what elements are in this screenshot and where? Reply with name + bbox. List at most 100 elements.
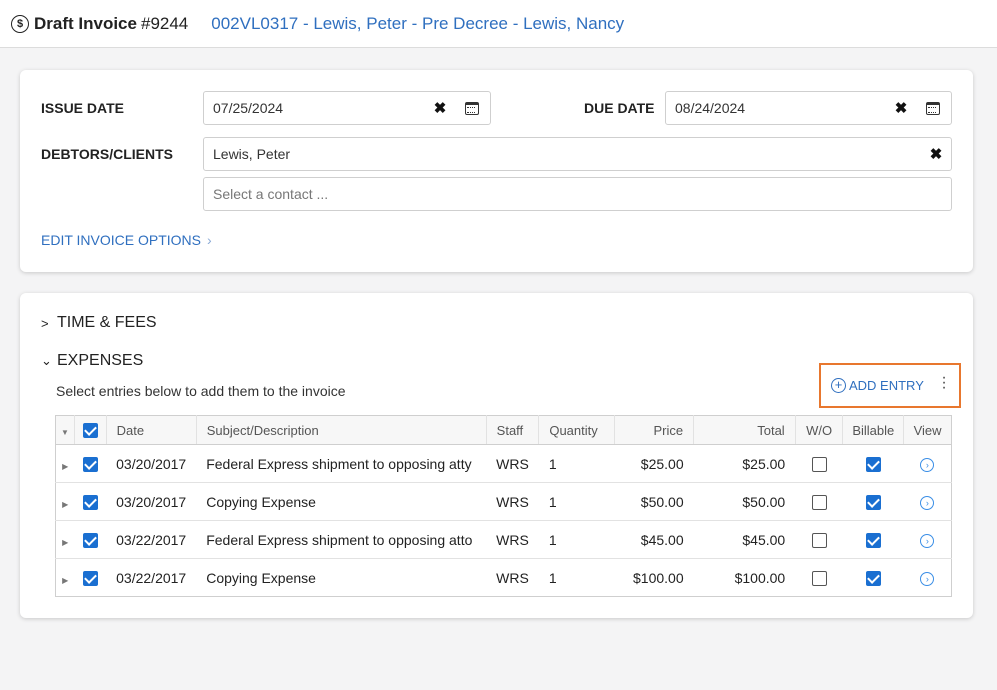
caret-down-icon[interactable]: ▼ bbox=[61, 428, 69, 437]
billable-cell[interactable] bbox=[843, 559, 904, 597]
debtor-field[interactable]: Lewis, Peter ✖ bbox=[203, 137, 952, 171]
view-arrow-icon[interactable]: › bbox=[920, 572, 935, 586]
write-off-cell[interactable] bbox=[795, 520, 843, 559]
expense-staff: WRS bbox=[486, 444, 539, 483]
write-off-cell[interactable] bbox=[795, 559, 843, 597]
expenses-title[interactable]: EXPENSES bbox=[57, 352, 143, 370]
table-row[interactable]: ▶ 03/20/2017 Copying Expense WRS 1 $50.00 $50.… bbox=[55, 482, 952, 521]
billable-checkbox[interactable] bbox=[865, 570, 881, 586]
add-entry-button[interactable]: + ADD ENTRY bbox=[831, 378, 924, 393]
column-header[interactable]: Billable bbox=[842, 415, 904, 445]
due-date-value[interactable]: 08/24/2024 bbox=[675, 100, 892, 116]
time-fees-section-toggle[interactable]: > TIME & FEES bbox=[41, 314, 157, 332]
add-entry-highlight: + ADD ENTRY · · · bbox=[819, 363, 961, 408]
contact-select[interactable]: Select a contact ... bbox=[203, 177, 952, 211]
caret-right-icon[interactable]: ▶ bbox=[62, 500, 68, 509]
row-select-checkbox[interactable] bbox=[82, 570, 98, 586]
issue-date-field[interactable]: 07/25/2024 ✖ bbox=[203, 91, 491, 125]
expense-price: $25.00 bbox=[614, 444, 694, 483]
clear-due-date-icon[interactable]: ✖ bbox=[892, 99, 910, 117]
column-header[interactable]: Price bbox=[614, 415, 694, 445]
debtor-value: Lewis, Peter bbox=[213, 146, 291, 162]
row-select-cell[interactable] bbox=[74, 482, 107, 521]
add-entry-label[interactable]: ADD ENTRY bbox=[849, 378, 924, 393]
write-off-checkbox[interactable] bbox=[811, 494, 827, 510]
time-fees-title[interactable]: TIME & FEES bbox=[57, 314, 157, 332]
expense-staff: WRS bbox=[486, 520, 539, 559]
expand-all-toggle[interactable]: ▼ bbox=[55, 415, 75, 445]
column-header[interactable]: W/O bbox=[794, 415, 843, 445]
expense-total: $25.00 bbox=[693, 444, 796, 483]
column-header[interactable]: Quantity bbox=[538, 415, 615, 445]
due-date-field[interactable]: 08/24/2024 ✖ bbox=[665, 91, 952, 125]
write-off-checkbox[interactable] bbox=[811, 570, 827, 586]
chevron-right-icon: > bbox=[41, 315, 49, 331]
billable-cell[interactable] bbox=[842, 520, 904, 559]
row-select-cell[interactable] bbox=[74, 520, 107, 559]
row-select-checkbox[interactable] bbox=[82, 532, 98, 548]
table-row[interactable]: ▶ 03/22/2017 Federal Express shipment to o… bbox=[55, 520, 952, 559]
row-select-cell[interactable] bbox=[74, 559, 106, 597]
row-select-cell[interactable] bbox=[74, 444, 107, 483]
clear-issue-date-icon[interactable]: ✖ bbox=[431, 99, 449, 117]
write-off-cell[interactable] bbox=[795, 482, 843, 521]
row-expand-cell[interactable]: ▶ bbox=[56, 559, 75, 597]
row-expand-cell[interactable]: ▶ bbox=[55, 520, 75, 559]
billable-checkbox[interactable] bbox=[865, 532, 881, 548]
row-select-checkbox[interactable] bbox=[82, 456, 98, 472]
select-all-checkbox[interactable] bbox=[82, 423, 98, 439]
column-header[interactable]: Staff bbox=[485, 415, 539, 445]
entries-card: > TIME & FEES ⌄ EXPENSES Select entries … bbox=[20, 293, 973, 618]
expenses-hint: Select entries below to add them to the … bbox=[56, 383, 346, 399]
row-select-checkbox[interactable] bbox=[82, 494, 98, 510]
due-date-label: DUE DATE bbox=[584, 100, 655, 116]
view-arrow-icon[interactable]: › bbox=[920, 458, 935, 472]
table-header-row: ▼ Date Subject/Description Staff Quantit… bbox=[55, 415, 952, 445]
table-row[interactable]: ▶ 03/20/2017 Federal Express shipment to o… bbox=[55, 444, 952, 483]
invoice-number: #9244 bbox=[140, 13, 189, 33]
plus-circle-icon: + bbox=[831, 378, 846, 393]
expenses-section-toggle[interactable]: ⌄ EXPENSES bbox=[41, 352, 143, 370]
expense-staff: WRS bbox=[486, 482, 539, 521]
expense-total: $100.00 bbox=[734, 569, 786, 586]
edit-invoice-options-label[interactable]: EDIT INVOICE OPTIONS bbox=[41, 232, 201, 248]
write-off-cell[interactable] bbox=[795, 444, 843, 483]
row-expand-cell[interactable]: ▶ bbox=[55, 482, 75, 521]
billable-checkbox[interactable] bbox=[865, 494, 881, 510]
expense-quantity: 1 bbox=[538, 482, 615, 521]
caret-right-icon[interactable]: ▶ bbox=[62, 462, 68, 471]
billable-cell[interactable] bbox=[842, 482, 904, 521]
column-header[interactable]: View bbox=[903, 415, 952, 445]
table-row[interactable]: ▶ 03/22/2017 Copying Expense WRS 1 $100.00 $10… bbox=[56, 559, 952, 597]
view-cell[interactable]: › bbox=[903, 520, 952, 559]
caret-right-icon[interactable]: ▶ bbox=[62, 576, 68, 585]
more-options-icon[interactable]: · · · bbox=[941, 370, 947, 396]
expense-price: $50.00 bbox=[614, 482, 694, 521]
view-arrow-icon[interactable]: › bbox=[920, 534, 935, 548]
matter-link[interactable]: 002VL0317 - Lewis, Peter - Pre Decree - … bbox=[211, 14, 624, 34]
view-cell[interactable]: › bbox=[903, 444, 952, 483]
calendar-icon[interactable] bbox=[926, 101, 940, 115]
edit-invoice-options-link[interactable]: EDIT INVOICE OPTIONS › bbox=[41, 232, 212, 248]
chevron-down-icon: ⌄ bbox=[41, 353, 52, 368]
remove-debtor-icon[interactable]: ✖ bbox=[927, 145, 945, 163]
calendar-icon[interactable] bbox=[465, 101, 479, 115]
write-off-checkbox[interactable] bbox=[811, 532, 827, 548]
contact-placeholder[interactable]: Select a contact ... bbox=[213, 186, 951, 202]
caret-right-icon[interactable]: ▶ bbox=[62, 538, 68, 547]
select-all-cell[interactable] bbox=[73, 415, 107, 445]
expense-description: Copying Expense bbox=[206, 569, 316, 586]
write-off-checkbox[interactable] bbox=[811, 456, 827, 472]
view-cell[interactable]: › bbox=[903, 482, 952, 521]
issue-date-value[interactable]: 07/25/2024 bbox=[213, 100, 431, 116]
billable-checkbox[interactable] bbox=[865, 456, 881, 472]
view-arrow-icon[interactable]: › bbox=[920, 496, 935, 510]
column-header[interactable]: Date bbox=[105, 415, 197, 445]
column-header[interactable]: Total bbox=[693, 415, 796, 445]
row-expand-cell[interactable]: ▶ bbox=[55, 444, 75, 483]
billable-cell[interactable] bbox=[842, 444, 904, 483]
expense-quantity: 1 bbox=[538, 520, 615, 559]
column-header[interactable]: Subject/Description bbox=[195, 415, 487, 445]
view-cell[interactable]: › bbox=[904, 559, 952, 597]
expense-total: $45.00 bbox=[693, 520, 796, 559]
